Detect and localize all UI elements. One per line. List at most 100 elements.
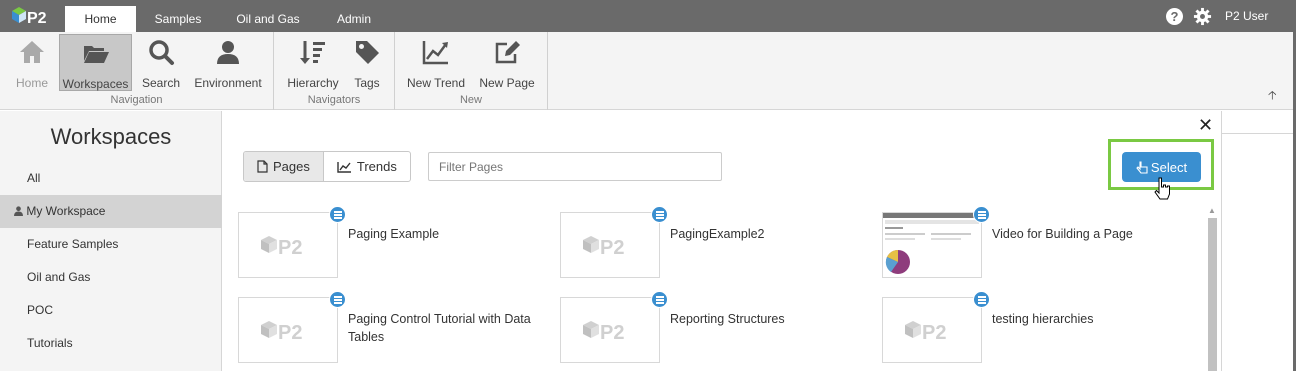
hierarchy-icon [300, 41, 325, 64]
page-thumbnail[interactable]: P2 [882, 297, 982, 363]
top-bar: P2 Home Samples Oil and Gas Admin ? P2 U… [0, 0, 1296, 32]
pointer-hand-icon [1136, 160, 1148, 174]
svg-text:P2: P2 [600, 237, 624, 259]
workspaces-label: Workspaces [62, 77, 129, 91]
new-page-button[interactable]: New Page [479, 34, 535, 91]
page-card[interactable]: P2 PagingExample2 [560, 206, 860, 278]
tab-oil-and-gas[interactable]: Oil and Gas [225, 6, 311, 32]
pages-label: Pages [273, 159, 310, 174]
collapse-ribbon-icon[interactable]: 🡡 [1268, 86, 1277, 107]
menu-icon[interactable] [329, 291, 346, 308]
sidebar-title: Workspaces [50, 124, 172, 149]
environment-label: Environment [194, 76, 262, 90]
ribbon: Home Workspaces Search Environment Navig… [0, 32, 1296, 110]
tab-admin[interactable]: Admin [325, 6, 383, 32]
sidebar-item-label: Feature Samples [27, 237, 119, 251]
sidebar-item-my-workspace[interactable]: My Workspace [0, 195, 222, 228]
user-icon [14, 206, 23, 216]
svg-text:P2: P2 [278, 322, 302, 344]
page-card-title[interactable]: testing hierarchies [992, 310, 1192, 328]
page-card[interactable]: P2 Paging Example [238, 206, 538, 278]
sidebar-item-label: All [27, 171, 41, 185]
home-button[interactable]: Home [12, 34, 52, 91]
sidebar-item-tutorials[interactable]: Tutorials [0, 327, 222, 360]
page-card-title[interactable]: Paging Control Tutorial with Data Tables [348, 310, 548, 346]
page-card[interactable]: P2 testing hierarchies [882, 291, 1182, 363]
hierarchy-label: Hierarchy [287, 76, 339, 90]
close-icon[interactable]: ✕ [1198, 115, 1213, 136]
user-name[interactable]: P2 User [1225, 9, 1268, 23]
search-button[interactable]: Search [140, 34, 182, 91]
sidebar-item-label: POC [27, 303, 54, 317]
sidebar-item-oil-and-gas[interactable]: Oil and Gas [0, 261, 222, 294]
page-card-title[interactable]: PagingExample2 [670, 225, 870, 243]
filter-pages-input[interactable] [428, 152, 722, 181]
sidebar-item-all[interactable]: All [0, 162, 222, 195]
scroll-up-icon[interactable]: ▲ [1208, 206, 1216, 215]
trends-label: Trends [356, 159, 397, 174]
line-chart-icon [422, 41, 448, 65]
navigators-group-label: Navigators [307, 94, 361, 106]
page-card-title[interactable]: Video for Building a Page [992, 225, 1192, 243]
p2-placeholder-icon: P2 [583, 236, 624, 259]
menu-icon[interactable] [329, 206, 346, 223]
vertical-scrollbar[interactable]: ▲ [1206, 206, 1219, 371]
new-group-label: New [459, 94, 482, 106]
gear-icon[interactable] [1193, 7, 1212, 26]
pages-tab[interactable]: Pages [244, 152, 324, 181]
hand-cursor-icon [1154, 177, 1170, 200]
hierarchy-button[interactable]: Hierarchy [286, 34, 340, 91]
tags-button[interactable]: Tags [351, 34, 383, 91]
user-icon [217, 41, 239, 64]
tab-samples[interactable]: Samples [144, 6, 212, 32]
navigation-group-label: Navigation [110, 94, 163, 106]
tab-home[interactable]: Home [65, 6, 136, 32]
p2-placeholder-icon: P2 [261, 321, 302, 344]
p2-logo[interactable]: P2 [10, 5, 56, 27]
page-card-title[interactable]: Paging Example [348, 225, 548, 243]
sidebar-item-feature-samples[interactable]: Feature Samples [0, 228, 222, 261]
workspace-sidebar: Workspaces All My Workspace Feature Samp… [0, 111, 222, 371]
page-card[interactable]: P2 Paging Control Tutorial with Data Tab… [238, 291, 538, 363]
sidebar-item-poc[interactable]: POC [0, 294, 222, 327]
page-thumbnail[interactable]: P2 [560, 212, 660, 278]
page-browser: ✕ Pages Trends Select [223, 111, 1221, 371]
search-icon [149, 40, 174, 65]
page-thumbnail[interactable] [882, 212, 982, 278]
panel-divider [1222, 133, 1296, 134]
line-chart-icon [337, 161, 351, 173]
right-panel [1221, 111, 1296, 371]
svg-text:P2: P2 [600, 322, 624, 344]
menu-icon[interactable] [651, 291, 668, 308]
sidebar-item-label: Oil and Gas [27, 270, 91, 284]
home-icon [20, 41, 44, 63]
sidebar-item-label: Tutorials [27, 336, 73, 350]
p2-placeholder-icon: P2 [583, 321, 624, 344]
search-label: Search [141, 76, 181, 90]
pages-trends-toggle: Pages Trends [243, 151, 411, 182]
scrollbar-thumb[interactable] [1208, 218, 1217, 371]
sidebar-item-label: My Workspace [26, 204, 106, 218]
help-icon[interactable]: ? [1166, 8, 1183, 25]
menu-icon[interactable] [973, 291, 990, 308]
file-icon [257, 160, 268, 173]
menu-icon[interactable] [651, 206, 668, 223]
workspaces-button[interactable]: Workspaces [59, 34, 132, 91]
video-page-thumbnail [883, 213, 981, 277]
page-thumbnail[interactable]: P2 [238, 212, 338, 278]
environment-button[interactable]: Environment [193, 34, 263, 91]
page-thumbnail[interactable]: P2 [238, 297, 338, 363]
page-card[interactable]: Video for Building a Page [882, 206, 1182, 278]
p2-placeholder-icon: P2 [905, 321, 946, 344]
home-label: Home [15, 76, 48, 90]
page-card-title[interactable]: Reporting Structures [670, 310, 870, 328]
edit-icon [495, 41, 520, 64]
page-thumbnail[interactable]: P2 [560, 297, 660, 363]
new-trend-button[interactable]: New Trend [406, 34, 466, 91]
select-label: Select [1150, 159, 1188, 175]
trends-tab[interactable]: Trends [324, 152, 410, 181]
menu-icon[interactable] [973, 206, 990, 223]
svg-text:P2: P2 [27, 10, 47, 27]
page-card[interactable]: P2 Reporting Structures [560, 291, 860, 363]
new-page-label: New Page [479, 76, 535, 90]
